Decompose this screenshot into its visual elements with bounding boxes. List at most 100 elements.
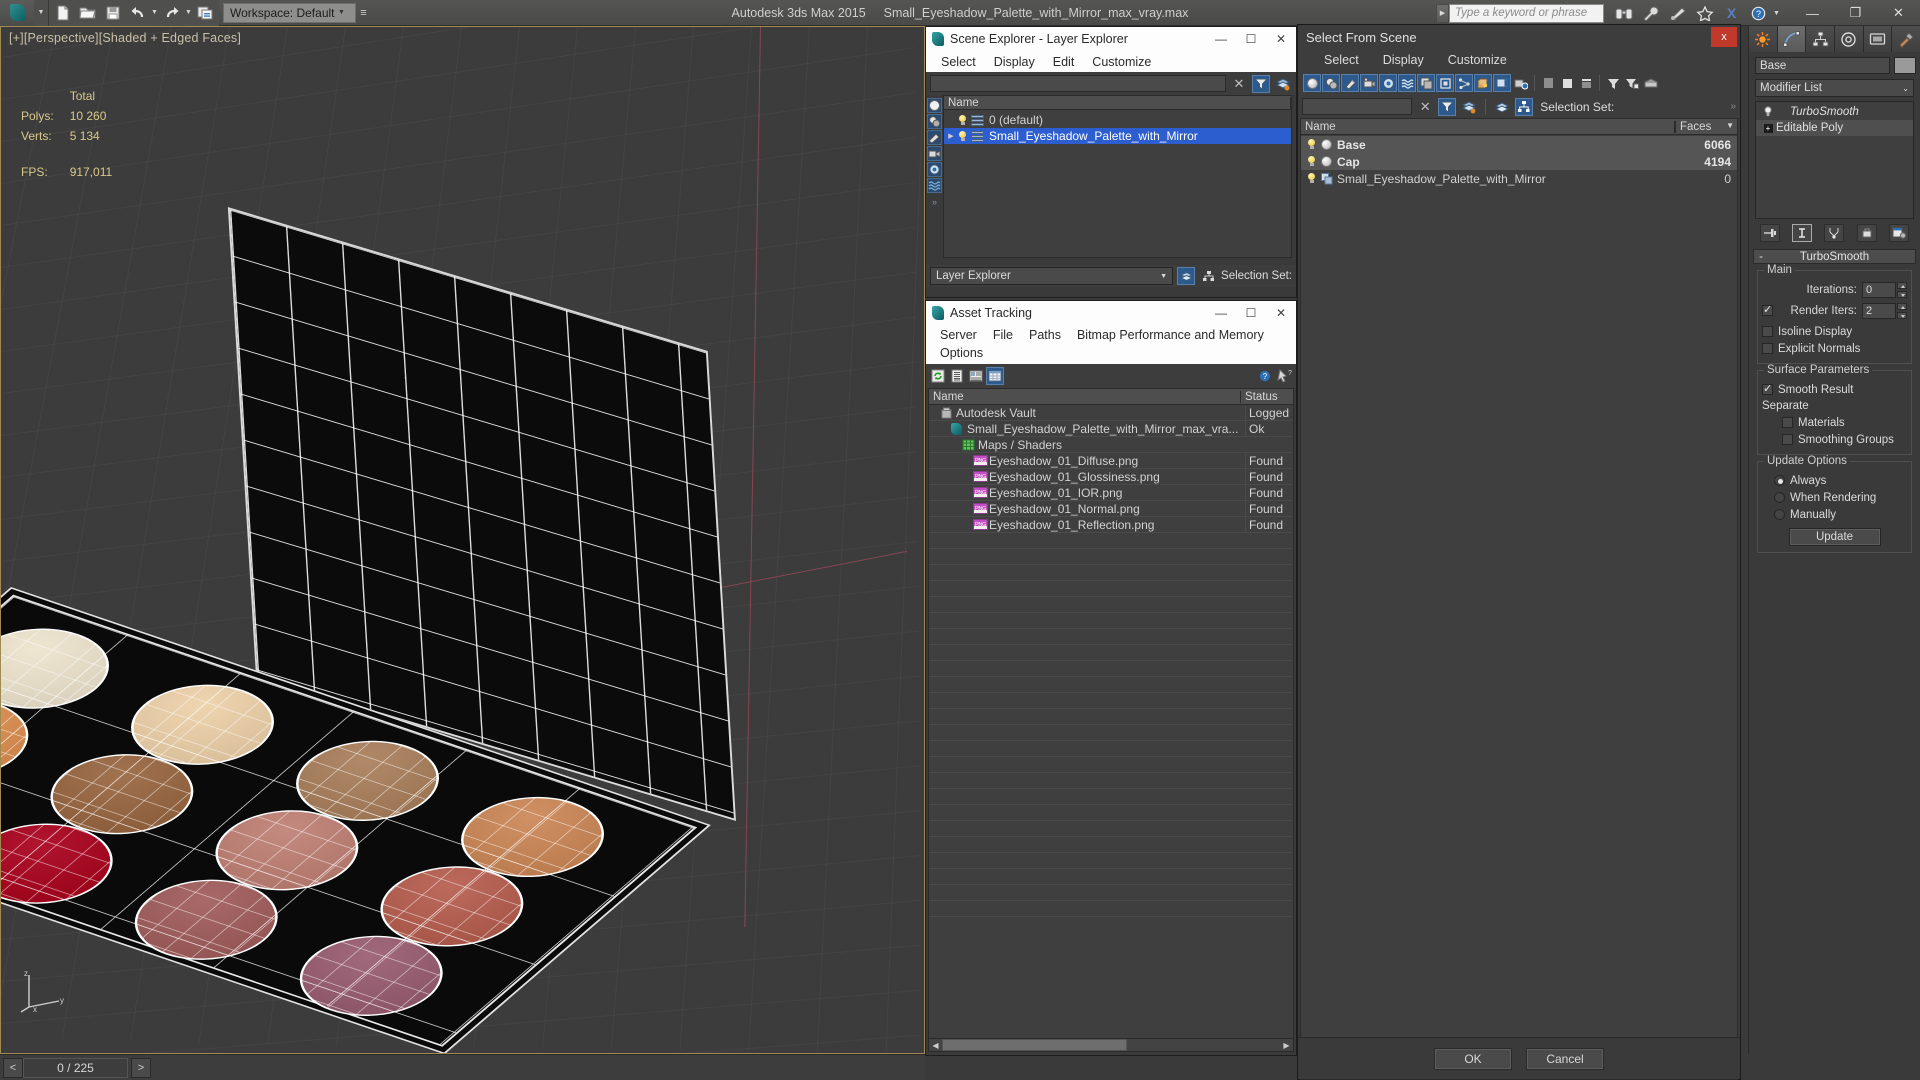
select-from-scene-search-input[interactable]: [1302, 98, 1413, 115]
window-close-button[interactable]: ✕: [1877, 0, 1920, 26]
menu-item-customize[interactable]: Customize: [1083, 55, 1160, 69]
satellite-dish-icon[interactable]: [1664, 0, 1691, 26]
lights-icon[interactable]: [927, 130, 942, 145]
pin-stack-icon[interactable]: [1760, 224, 1781, 242]
update-option-radio[interactable]: [1774, 492, 1785, 503]
workspace-selector[interactable]: Workspace: Default ▼: [223, 2, 356, 23]
menu-item-file[interactable]: File: [985, 326, 1021, 344]
menu-item-edit[interactable]: Edit: [1044, 55, 1084, 69]
asset-row[interactable]: Autodesk Vault Logged: [929, 405, 1293, 421]
filter-space-warps-icon[interactable]: [1398, 74, 1416, 92]
asset-row[interactable]: PNG Eyeshadow_01_Reflection.png Found: [929, 517, 1293, 533]
layer-row[interactable]: 0 (default): [944, 112, 1291, 128]
asset-row-empty[interactable]: [929, 741, 1293, 757]
rollout-collapse-icon[interactable]: -: [1754, 251, 1768, 263]
update-option-row[interactable]: Manually: [1762, 506, 1907, 523]
make-unique-icon[interactable]: [1824, 224, 1845, 242]
asset-tracking-maximize-button[interactable]: ☐: [1236, 301, 1266, 325]
undo-icon[interactable]: [125, 1, 150, 25]
object-visibility-icon[interactable]: [1307, 173, 1316, 184]
update-option-row[interactable]: When Rendering: [1762, 489, 1907, 506]
asset-row-empty[interactable]: [929, 661, 1293, 677]
asset-row-empty[interactable]: [929, 565, 1293, 581]
asset-row[interactable]: Maps / Shaders: [929, 437, 1293, 453]
asset-tracking-horizontal-scrollbar[interactable]: ◀ ▶: [928, 1038, 1294, 1052]
render-iters-input[interactable]: 2: [1862, 302, 1896, 319]
expand-plus-icon[interactable]: +: [1760, 123, 1776, 133]
object-visibility-icon[interactable]: [1307, 156, 1316, 167]
shapes-icon[interactable]: [927, 114, 942, 129]
scene-object-row[interactable]: Cap 4194: [1301, 153, 1737, 170]
asset-row-empty[interactable]: [929, 629, 1293, 645]
tab-utilities[interactable]: [1892, 26, 1920, 52]
project-folder-icon[interactable]: [193, 1, 218, 25]
helpers-icon[interactable]: [927, 162, 942, 177]
iterations-stepper[interactable]: [1897, 281, 1907, 298]
perspective-viewport[interactable]: [+][Perspective][Shaded + Edged Faces] T…: [0, 26, 925, 1054]
update-button[interactable]: Update: [1788, 528, 1881, 546]
remove-modifier-icon[interactable]: [1856, 224, 1877, 242]
explorer-mode-dropdown[interactable]: Layer Explorer ▼: [930, 267, 1174, 285]
update-option-row[interactable]: Always: [1762, 472, 1907, 489]
asset-row[interactable]: PNG Eyeshadow_01_Glossiness.png Found: [929, 469, 1293, 485]
render-iters-stepper[interactable]: [1897, 302, 1907, 319]
display-list-icon[interactable]: [1539, 74, 1557, 92]
asset-row[interactable]: PNG Eyeshadow_01_Diffuse.png Found: [929, 453, 1293, 469]
update-option-radio[interactable]: [1774, 509, 1785, 520]
view-cube-axis-gizmo[interactable]: z y x: [19, 967, 65, 1014]
open-file-icon[interactable]: [75, 1, 100, 25]
search-input[interactable]: Type a keyword or phrase: [1449, 3, 1604, 23]
asset-row-empty[interactable]: [929, 645, 1293, 661]
layer-view-icon[interactable]: [1493, 98, 1511, 116]
context-help-icon[interactable]: ?: [1275, 367, 1293, 385]
render-iters-checkbox[interactable]: [1762, 303, 1773, 316]
star-icon[interactable]: [1691, 0, 1718, 26]
tab-modify[interactable]: [1777, 26, 1807, 52]
filter-cameras-icon[interactable]: [1360, 74, 1378, 92]
scroll-right-icon[interactable]: ▶: [1280, 1039, 1293, 1051]
asset-tracking-close-button[interactable]: ✕: [1266, 301, 1296, 325]
tab-create[interactable]: [1749, 26, 1778, 52]
object-name-field[interactable]: Base: [1755, 57, 1890, 74]
redo-icon[interactable]: [159, 1, 184, 25]
filter-groups-icon[interactable]: [1417, 74, 1435, 92]
show-end-result-icon[interactable]: [1792, 224, 1813, 242]
update-option-radio[interactable]: [1774, 475, 1785, 486]
asset-row-empty[interactable]: [929, 853, 1293, 869]
window-minimize-button[interactable]: —: [1791, 0, 1834, 26]
cameras-icon[interactable]: [927, 146, 942, 161]
workspace-chevron-down-icon[interactable]: ▼: [335, 9, 349, 16]
asset-row-empty[interactable]: [929, 693, 1293, 709]
grid-view-icon[interactable]: [986, 367, 1004, 385]
advanced-filter-icon[interactable]: [1623, 74, 1641, 92]
asset-row[interactable]: PNG Eyeshadow_01_Normal.png Found: [929, 501, 1293, 517]
isoline-display-checkbox[interactable]: [1762, 326, 1773, 337]
save-file-icon[interactable]: [100, 1, 125, 25]
tab-motion[interactable]: [1835, 26, 1864, 52]
configure-modifier-sets-icon[interactable]: [1888, 224, 1909, 242]
search-dropdown-icon[interactable]: ▶: [1436, 3, 1449, 23]
asset-row-empty[interactable]: [929, 821, 1293, 837]
scene-explorer-filter-input[interactable]: [930, 75, 1226, 92]
workspace-menu-icon[interactable]: ≡: [356, 7, 372, 19]
modifier-light-bulb-icon[interactable]: [1760, 106, 1776, 118]
display-blank-icon[interactable]: [1558, 74, 1576, 92]
explicit-normals-checkbox[interactable]: [1762, 343, 1773, 354]
modifier-list-dropdown[interactable]: Modifier List ⌄: [1755, 79, 1914, 97]
filter-containers-icon[interactable]: [1474, 74, 1492, 92]
toolbar-overflow-icon[interactable]: »: [1730, 101, 1736, 112]
filter-lights-icon[interactable]: [1341, 74, 1359, 92]
clear-search-icon[interactable]: ✕: [1416, 98, 1434, 116]
menu-item-customize[interactable]: Customize: [1436, 53, 1519, 67]
sort-filter-icon[interactable]: [1604, 74, 1622, 92]
filter-xrefs-icon[interactable]: [1436, 74, 1454, 92]
clear-filter-icon[interactable]: ✕: [1230, 75, 1248, 93]
menu-item-bitmap-performance-and-memory[interactable]: Bitmap Performance and Memory: [1069, 326, 1272, 344]
select-from-scene-close-button[interactable]: x: [1711, 27, 1737, 47]
more-icon[interactable]: »: [927, 196, 942, 208]
geometry-icon[interactable]: [927, 98, 942, 113]
filter-shapes-icon[interactable]: [1322, 74, 1340, 92]
filter-particles-icon[interactable]: [1493, 74, 1511, 92]
asset-row-empty[interactable]: [929, 837, 1293, 853]
menu-item-select[interactable]: Select: [932, 55, 985, 69]
